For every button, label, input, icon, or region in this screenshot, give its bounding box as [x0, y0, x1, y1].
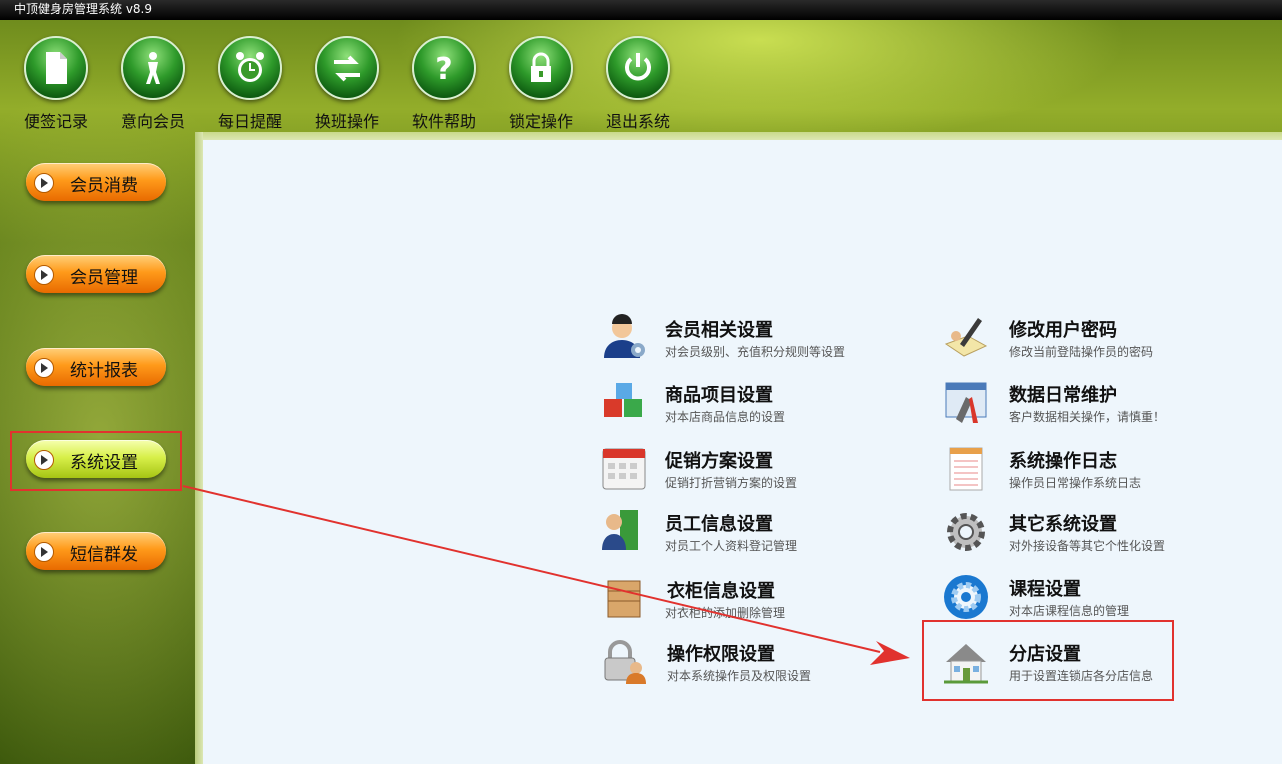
toolbar-lock-button[interactable]: 锁定操作 [493, 36, 589, 132]
setting-password[interactable]: 修改用户密码 修改当前登陆操作员的密码 [942, 314, 1182, 362]
setting-title: 衣柜信息设置 [667, 581, 775, 602]
setting-desc: 操作员日常操作系统日志 [1009, 476, 1142, 490]
setting-promotion[interactable]: 促销方案设置 促销打折营销方案的设置 [600, 445, 850, 493]
lock-icon [531, 52, 551, 82]
setting-title: 修改用户密码 [1009, 320, 1117, 341]
sidebar-item-label: 会员消费 [70, 176, 138, 196]
data-maintenance-icon [945, 382, 987, 423]
permission-lock-icon [604, 640, 646, 684]
swap-arrows-icon [334, 55, 360, 82]
note-icon [46, 52, 67, 84]
notepad-icon [949, 447, 983, 491]
toolbar-label: 意向会员 [120, 112, 185, 131]
sidebar-item-reports[interactable]: 统计报表 [26, 348, 166, 386]
setting-locker[interactable]: 衣柜信息设置 对衣柜的添加删除管理 [600, 575, 850, 623]
setting-title: 操作权限设置 [667, 644, 775, 665]
toolbar-label: 换班操作 [314, 112, 379, 131]
toolbar-exit-button[interactable]: 退出系统 [590, 36, 686, 132]
course-gear-icon [944, 575, 988, 619]
toolbar-label: 便签记录 [23, 112, 88, 131]
setting-title: 促销方案设置 [665, 451, 773, 472]
member-settings-icon [604, 314, 645, 358]
highlight-box-branch [922, 620, 1174, 701]
sidebar-item-label: 会员管理 [70, 268, 138, 288]
sidebar-item-label: 短信群发 [70, 545, 138, 565]
highlight-box-sidebar [10, 431, 182, 491]
setting-operation-log[interactable]: 系统操作日志 操作员日常操作系统日志 [942, 445, 1182, 493]
setting-title: 系统操作日志 [1009, 451, 1117, 472]
setting-course[interactable]: 课程设置 对本店课程信息的管理 [942, 573, 1182, 621]
toolbar-help-button[interactable]: ? 软件帮助 [396, 36, 492, 132]
play-icon [34, 542, 54, 562]
power-icon [625, 53, 651, 81]
sidebar-item-member-manage[interactable]: 会员管理 [26, 255, 166, 293]
product-cubes-icon [604, 383, 642, 417]
toolbar-prospect-button[interactable]: 意向会员 [105, 36, 201, 132]
setting-title: 员工信息设置 [665, 514, 773, 535]
toolbar-reminder-button[interactable]: 每日提醒 [202, 36, 298, 132]
person-icon [146, 52, 160, 84]
setting-other-system[interactable]: 其它系统设置 对外接设备等其它个性化设置 [942, 508, 1182, 556]
content-border-left [195, 132, 203, 764]
setting-member[interactable]: 会员相关设置 对会员级别、充值积分规则等设置 [600, 314, 850, 362]
toolbar: 便签记录 意向会员 每日提醒 换班操作 ? 软件帮助 锁定操作 退出系统 [0, 36, 700, 146]
toolbar-label: 软件帮助 [411, 112, 476, 131]
setting-desc: 对本系统操作员及权限设置 [667, 669, 812, 683]
locker-box-icon [607, 580, 641, 618]
calendar-icon [602, 448, 646, 490]
setting-desc: 对衣柜的添加删除管理 [665, 606, 786, 620]
employee-icon [602, 510, 638, 550]
setting-desc: 对员工个人资料登记管理 [665, 539, 798, 553]
setting-desc: 对本店课程信息的管理 [1009, 604, 1130, 618]
toolbar-label: 每日提醒 [217, 112, 282, 131]
play-icon [34, 173, 54, 193]
setting-permission[interactable]: 操作权限设置 对本系统操作员及权限设置 [600, 638, 850, 686]
setting-desc: 促销打折营销方案的设置 [665, 476, 798, 490]
sidebar-item-label: 统计报表 [70, 361, 138, 381]
toolbar-note-button[interactable]: 便签记录 [8, 36, 104, 132]
window-title: 中顶健身房管理系统 v8.9 [14, 2, 153, 16]
setting-desc: 修改当前登陆操作员的密码 [1009, 345, 1154, 359]
toolbar-label: 锁定操作 [508, 112, 573, 131]
toolbar-shift-button[interactable]: 换班操作 [299, 36, 395, 132]
help-icon: ? [435, 52, 452, 87]
setting-desc: 对本店商品信息的设置 [665, 410, 786, 424]
play-icon [34, 265, 54, 285]
setting-title: 课程设置 [1009, 579, 1081, 600]
sidebar-item-sms[interactable]: 短信群发 [26, 532, 166, 570]
alarm-clock-icon [236, 52, 264, 82]
setting-employee[interactable]: 员工信息设置 对员工个人资料登记管理 [600, 508, 850, 556]
toolbar-label: 退出系统 [605, 112, 670, 131]
setting-desc: 对会员级别、充值积分规则等设置 [665, 345, 846, 359]
setting-product[interactable]: 商品项目设置 对本店商品信息的设置 [600, 379, 850, 427]
setting-desc: 对外接设备等其它个性化设置 [1009, 539, 1166, 553]
title-bar: 中顶健身房管理系统 v8.9 [0, 0, 1282, 20]
svg-text:?: ? [435, 52, 452, 87]
setting-title: 商品项目设置 [665, 385, 773, 406]
sidebar-item-member-consume[interactable]: 会员消费 [26, 163, 166, 201]
setting-desc: 客户数据相关操作，请慎重！ [1009, 410, 1166, 424]
gear-icon [947, 513, 985, 551]
setting-title: 数据日常维护 [1009, 385, 1117, 406]
setting-data-maintenance[interactable]: 数据日常维护 客户数据相关操作，请慎重！ [942, 379, 1182, 427]
password-edit-icon [944, 318, 988, 357]
setting-title: 其它系统设置 [1009, 514, 1117, 535]
play-icon [34, 358, 54, 378]
setting-title: 会员相关设置 [665, 320, 773, 341]
